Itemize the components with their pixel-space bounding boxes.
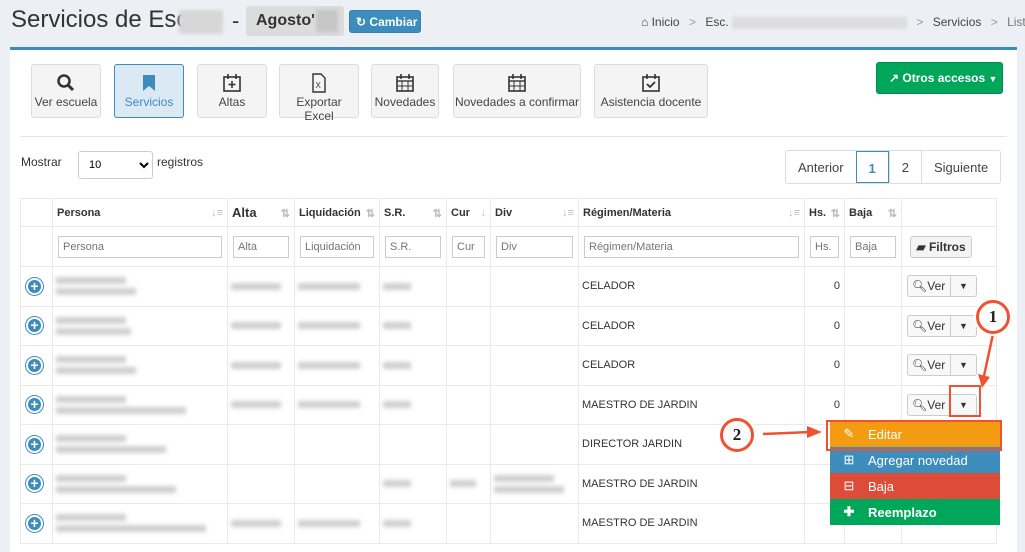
arrow-2-head [807,426,822,438]
annotation-step-1: 1 [976,300,1010,334]
arrow-1-head [978,374,990,388]
annotation-arrows [762,333,995,438]
arrow-2 [762,430,812,436]
arrow-1 [982,333,995,377]
annotation-step-2: 2 [720,418,754,452]
